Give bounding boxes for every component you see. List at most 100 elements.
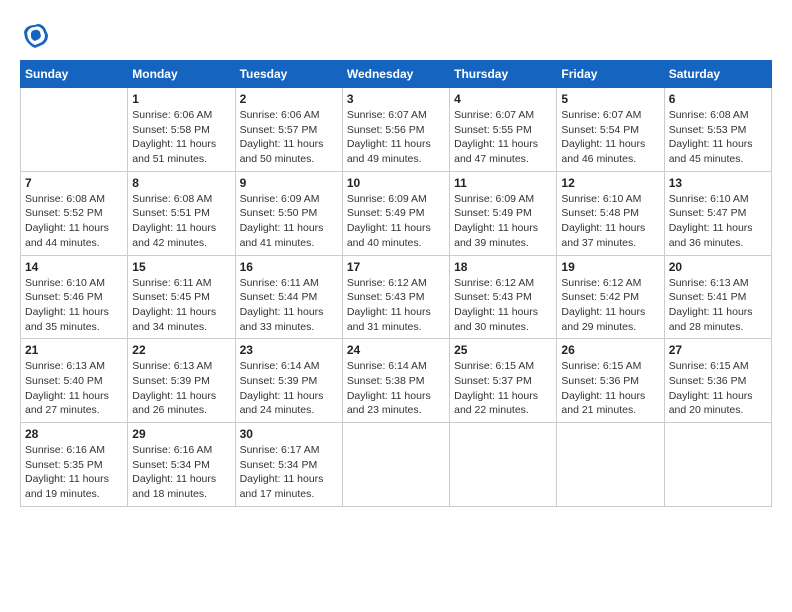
day-info: Sunrise: 6:06 AM Sunset: 5:57 PM Dayligh… — [240, 108, 338, 167]
day-info: Sunrise: 6:07 AM Sunset: 5:54 PM Dayligh… — [561, 108, 659, 167]
weekday-header-monday: Monday — [128, 61, 235, 88]
calendar-cell: 24 Sunrise: 6:14 AM Sunset: 5:38 PM Dayli… — [342, 339, 449, 423]
day-info: Sunrise: 6:15 AM Sunset: 5:36 PM Dayligh… — [669, 359, 767, 418]
calendar-cell: 21 Sunrise: 6:13 AM Sunset: 5:40 PM Dayli… — [21, 339, 128, 423]
calendar-cell: 4 Sunrise: 6:07 AM Sunset: 5:55 PM Daylig… — [450, 88, 557, 172]
day-number: 9 — [240, 176, 338, 190]
day-info: Sunrise: 6:08 AM Sunset: 5:53 PM Dayligh… — [669, 108, 767, 167]
day-number: 18 — [454, 260, 552, 274]
day-number: 20 — [669, 260, 767, 274]
week-row-4: 21 Sunrise: 6:13 AM Sunset: 5:40 PM Dayli… — [21, 339, 772, 423]
calendar-cell: 8 Sunrise: 6:08 AM Sunset: 5:51 PM Daylig… — [128, 171, 235, 255]
calendar-cell: 6 Sunrise: 6:08 AM Sunset: 5:53 PM Daylig… — [664, 88, 771, 172]
day-number: 14 — [25, 260, 123, 274]
day-number: 2 — [240, 92, 338, 106]
day-info: Sunrise: 6:11 AM Sunset: 5:44 PM Dayligh… — [240, 276, 338, 335]
weekday-header-sunday: Sunday — [21, 61, 128, 88]
calendar-cell: 9 Sunrise: 6:09 AM Sunset: 5:50 PM Daylig… — [235, 171, 342, 255]
week-row-2: 7Sunrise: 6:08 AM Sunset: 5:52 PM Daylig… — [21, 171, 772, 255]
day-info: Sunrise: 6:16 AM Sunset: 5:34 PM Dayligh… — [132, 443, 230, 502]
day-info: Sunrise: 6:13 AM Sunset: 5:39 PM Dayligh… — [132, 359, 230, 418]
day-info: Sunrise: 6:10 AM Sunset: 5:47 PM Dayligh… — [669, 192, 767, 251]
day-number: 6 — [669, 92, 767, 106]
day-number: 26 — [561, 343, 659, 357]
day-number: 11 — [454, 176, 552, 190]
weekday-header-friday: Friday — [557, 61, 664, 88]
calendar-cell — [664, 423, 771, 507]
day-number: 17 — [347, 260, 445, 274]
calendar-cell: 30 Sunrise: 6:17 AM Sunset: 5:34 PM Dayli… — [235, 423, 342, 507]
day-info: Sunrise: 6:11 AM Sunset: 5:45 PM Dayligh… — [132, 276, 230, 335]
day-number: 13 — [669, 176, 767, 190]
day-info: Sunrise: 6:07 AM Sunset: 5:55 PM Dayligh… — [454, 108, 552, 167]
calendar-cell: 25 Sunrise: 6:15 AM Sunset: 5:37 PM Dayli… — [450, 339, 557, 423]
day-number: 22 — [132, 343, 230, 357]
day-info: Sunrise: 6:13 AM Sunset: 5:40 PM Dayligh… — [25, 359, 123, 418]
day-info: Sunrise: 6:06 AM Sunset: 5:58 PM Dayligh… — [132, 108, 230, 167]
calendar-cell — [21, 88, 128, 172]
calendar-cell: 15Sunrise: 6:11 AM Sunset: 5:45 PM Dayli… — [128, 255, 235, 339]
calendar-cell: 1Sunrise: 6:06 AM Sunset: 5:58 PM Daylig… — [128, 88, 235, 172]
weekday-header-tuesday: Tuesday — [235, 61, 342, 88]
day-number: 5 — [561, 92, 659, 106]
weekday-header-row: SundayMondayTuesdayWednesdayThursdayFrid… — [21, 61, 772, 88]
calendar-cell: 26Sunrise: 6:15 AM Sunset: 5:36 PM Dayli… — [557, 339, 664, 423]
day-number: 4 — [454, 92, 552, 106]
weekday-header-wednesday: Wednesday — [342, 61, 449, 88]
day-number: 23 — [240, 343, 338, 357]
calendar-cell: 7Sunrise: 6:08 AM Sunset: 5:52 PM Daylig… — [21, 171, 128, 255]
day-info: Sunrise: 6:13 AM Sunset: 5:41 PM Dayligh… — [669, 276, 767, 335]
day-info: Sunrise: 6:07 AM Sunset: 5:56 PM Dayligh… — [347, 108, 445, 167]
calendar-cell: 18 Sunrise: 6:12 AM Sunset: 5:43 PM Dayli… — [450, 255, 557, 339]
day-number: 24 — [347, 343, 445, 357]
day-number: 19 — [561, 260, 659, 274]
calendar-cell: 19 Sunrise: 6:12 AM Sunset: 5:42 PM Dayli… — [557, 255, 664, 339]
weekday-header-thursday: Thursday — [450, 61, 557, 88]
logo — [20, 20, 54, 50]
calendar-cell: 16Sunrise: 6:11 AM Sunset: 5:44 PM Dayli… — [235, 255, 342, 339]
day-info: Sunrise: 6:12 AM Sunset: 5:43 PM Dayligh… — [347, 276, 445, 335]
day-number: 25 — [454, 343, 552, 357]
week-row-5: 28Sunrise: 6:16 AM Sunset: 5:35 PM Dayli… — [21, 423, 772, 507]
day-info: Sunrise: 6:09 AM Sunset: 5:50 PM Dayligh… — [240, 192, 338, 251]
day-info: Sunrise: 6:10 AM Sunset: 5:46 PM Dayligh… — [25, 276, 123, 335]
calendar-cell: 22 Sunrise: 6:13 AM Sunset: 5:39 PM Dayli… — [128, 339, 235, 423]
day-number: 29 — [132, 427, 230, 441]
day-info: Sunrise: 6:08 AM Sunset: 5:51 PM Dayligh… — [132, 192, 230, 251]
calendar-cell: 28Sunrise: 6:16 AM Sunset: 5:35 PM Dayli… — [21, 423, 128, 507]
page-header — [20, 20, 772, 50]
calendar-cell: 3Sunrise: 6:07 AM Sunset: 5:56 PM Daylig… — [342, 88, 449, 172]
calendar-cell: 14 Sunrise: 6:10 AM Sunset: 5:46 PM Dayli… — [21, 255, 128, 339]
day-number: 27 — [669, 343, 767, 357]
day-number: 30 — [240, 427, 338, 441]
day-info: Sunrise: 6:09 AM Sunset: 5:49 PM Dayligh… — [347, 192, 445, 251]
calendar-cell — [450, 423, 557, 507]
day-info: Sunrise: 6:15 AM Sunset: 5:37 PM Dayligh… — [454, 359, 552, 418]
day-info: Sunrise: 6:10 AM Sunset: 5:48 PM Dayligh… — [561, 192, 659, 251]
calendar-cell: 11 Sunrise: 6:09 AM Sunset: 5:49 PM Dayli… — [450, 171, 557, 255]
calendar-cell: 5 Sunrise: 6:07 AM Sunset: 5:54 PM Daylig… — [557, 88, 664, 172]
logo-icon — [20, 20, 50, 50]
day-number: 21 — [25, 343, 123, 357]
day-number: 12 — [561, 176, 659, 190]
calendar-cell: 23 Sunrise: 6:14 AM Sunset: 5:39 PM Dayli… — [235, 339, 342, 423]
day-info: Sunrise: 6:14 AM Sunset: 5:38 PM Dayligh… — [347, 359, 445, 418]
calendar-cell: 17 Sunrise: 6:12 AM Sunset: 5:43 PM Dayli… — [342, 255, 449, 339]
day-info: Sunrise: 6:16 AM Sunset: 5:35 PM Dayligh… — [25, 443, 123, 502]
day-info: Sunrise: 6:17 AM Sunset: 5:34 PM Dayligh… — [240, 443, 338, 502]
calendar-cell: 10 Sunrise: 6:09 AM Sunset: 5:49 PM Dayli… — [342, 171, 449, 255]
weekday-header-saturday: Saturday — [664, 61, 771, 88]
day-info: Sunrise: 6:14 AM Sunset: 5:39 PM Dayligh… — [240, 359, 338, 418]
calendar-table: SundayMondayTuesdayWednesdayThursdayFrid… — [20, 60, 772, 507]
day-number: 8 — [132, 176, 230, 190]
calendar-cell: 27 Sunrise: 6:15 AM Sunset: 5:36 PM Dayli… — [664, 339, 771, 423]
day-info: Sunrise: 6:12 AM Sunset: 5:43 PM Dayligh… — [454, 276, 552, 335]
calendar-cell: 13 Sunrise: 6:10 AM Sunset: 5:47 PM Dayli… — [664, 171, 771, 255]
day-info: Sunrise: 6:09 AM Sunset: 5:49 PM Dayligh… — [454, 192, 552, 251]
day-number: 10 — [347, 176, 445, 190]
day-number: 7 — [25, 176, 123, 190]
calendar-cell: 29 Sunrise: 6:16 AM Sunset: 5:34 PM Dayli… — [128, 423, 235, 507]
calendar-cell — [342, 423, 449, 507]
day-info: Sunrise: 6:12 AM Sunset: 5:42 PM Dayligh… — [561, 276, 659, 335]
week-row-1: 1Sunrise: 6:06 AM Sunset: 5:58 PM Daylig… — [21, 88, 772, 172]
